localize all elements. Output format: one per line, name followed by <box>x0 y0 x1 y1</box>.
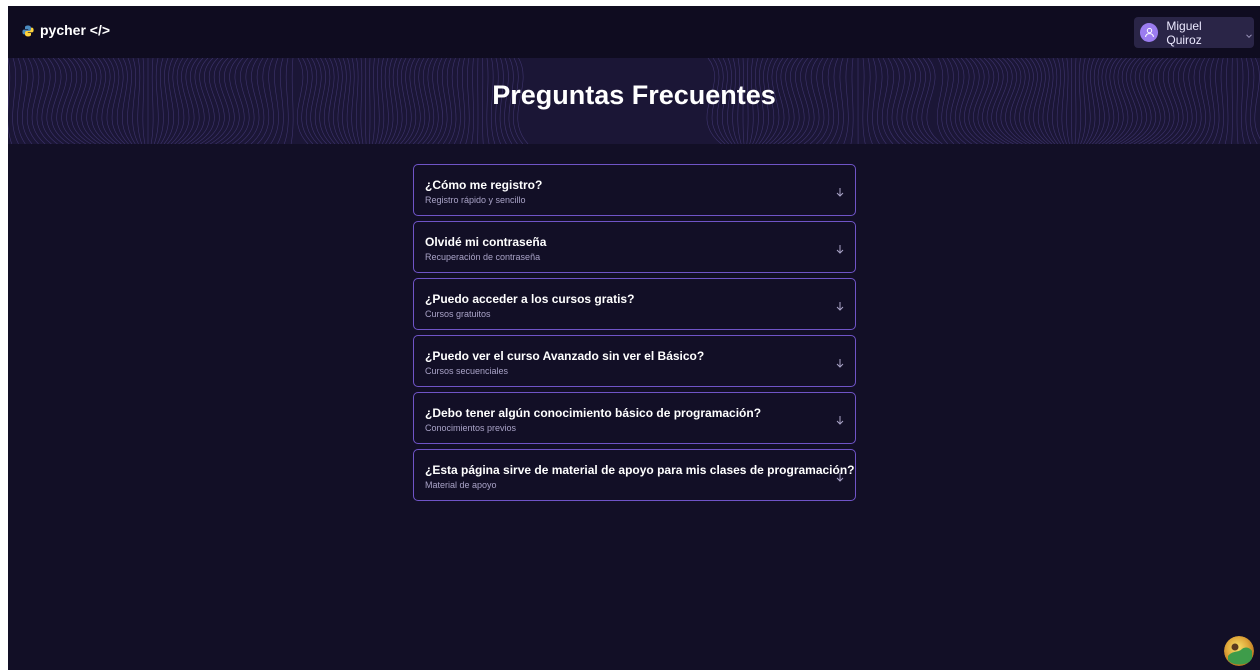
arrow-down-icon <box>835 413 845 425</box>
chat-assistant-button[interactable] <box>1224 636 1254 666</box>
faq-subtitle: Material de apoyo <box>425 480 497 490</box>
faq-question: Olvidé mi contraseña <box>425 235 547 249</box>
faq-item[interactable]: ¿Puedo acceder a los cursos gratis? Curs… <box>413 278 856 330</box>
faq-question: ¿Puedo acceder a los cursos gratis? <box>425 292 635 306</box>
faq-item[interactable]: ¿Cómo me registro? Registro rápido y sen… <box>413 164 856 216</box>
top-navbar: pycher </> Miguel Quiroz <box>8 6 1260 58</box>
faq-question: ¿Esta página sirve de material de apoyo … <box>425 463 855 477</box>
python-icon <box>22 24 34 37</box>
faq-item[interactable]: ¿Puedo ver el curso Avanzado sin ver el … <box>413 335 856 387</box>
arrow-down-icon <box>835 299 845 311</box>
logo-text: pycher </> <box>40 22 111 38</box>
faq-subtitle: Recuperación de contraseña <box>425 252 541 262</box>
faq-item[interactable]: ¿Debo tener algún conocimiento básico de… <box>413 392 856 444</box>
arrow-down-icon <box>835 242 845 254</box>
arrow-down-icon <box>835 356 845 368</box>
hero-banner: Preguntas Frecuentes <box>8 58 1260 144</box>
faq-subtitle: Cursos secuenciales <box>425 366 509 376</box>
app-window: pycher </> Miguel Quiroz Preguntas Frecu… <box>8 6 1260 670</box>
assistant-avatar-icon <box>1224 636 1254 666</box>
arrow-down-icon <box>835 185 845 197</box>
faq-question: ¿Cómo me registro? <box>425 178 543 192</box>
user-menu-button[interactable]: Miguel Quiroz <box>1134 17 1254 48</box>
faq-item[interactable]: Olvidé mi contraseña Recuperación de con… <box>413 221 856 273</box>
logo-link[interactable]: pycher </> <box>22 22 110 38</box>
user-icon <box>1140 23 1159 42</box>
faq-question: ¿Puedo ver el curso Avanzado sin ver el … <box>425 349 705 363</box>
faq-subtitle: Registro rápido y sencillo <box>425 195 526 205</box>
page-title: Preguntas Frecuentes <box>492 80 776 110</box>
faq-list: ¿Cómo me registro? Registro rápido y sen… <box>413 164 856 506</box>
user-name: Miguel Quiroz <box>1166 18 1202 47</box>
faq-subtitle: Conocimientos previos <box>425 423 517 433</box>
faq-item[interactable]: ¿Esta página sirve de material de apoyo … <box>413 449 856 501</box>
faq-subtitle: Cursos gratuitos <box>425 309 491 319</box>
arrow-down-icon <box>835 470 845 482</box>
faq-question: ¿Debo tener algún conocimiento básico de… <box>425 406 762 420</box>
chevron-down-icon <box>1244 28 1254 38</box>
